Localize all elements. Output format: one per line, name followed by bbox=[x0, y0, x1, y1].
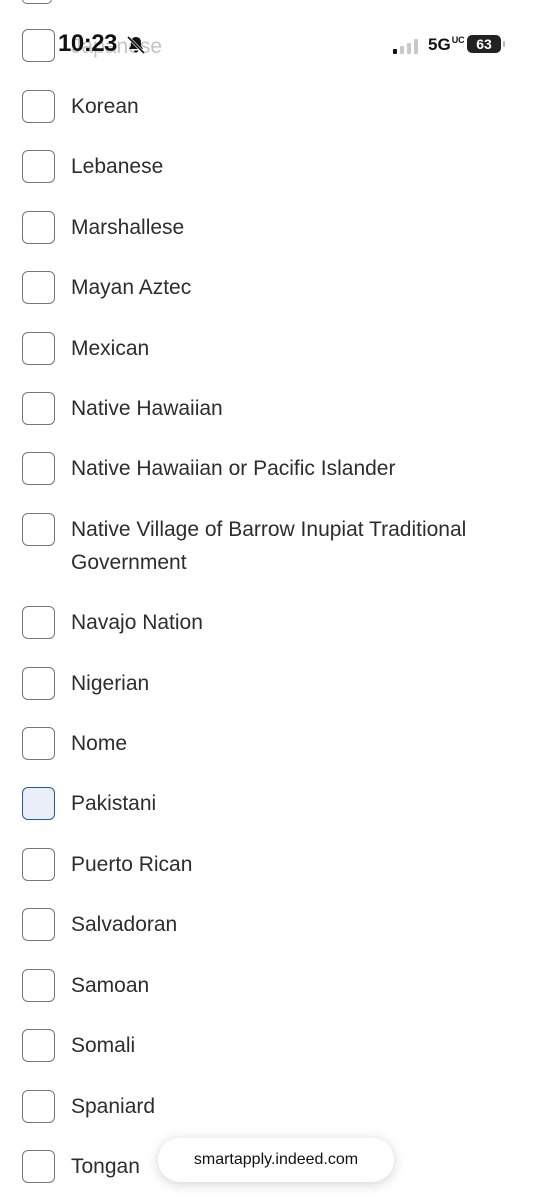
checkbox-native-hawaiian[interactable] bbox=[22, 392, 55, 425]
option-label-navajo-nation: Navajo Nation bbox=[71, 611, 203, 634]
option-label-lebanese: Lebanese bbox=[71, 155, 164, 178]
battery-icon: 63 bbox=[467, 35, 505, 53]
option-label-mayan-aztec: Mayan Aztec bbox=[71, 276, 192, 299]
checkbox-lebanese[interactable] bbox=[22, 150, 55, 183]
option-label-native-village-of-barrow: Native Village of Barrow Inupiat Traditi… bbox=[71, 518, 467, 574]
checkbox-korean[interactable] bbox=[22, 90, 55, 123]
checkbox-native-village-of-barrow[interactable] bbox=[22, 513, 55, 546]
option-label-spaniard: Spaniard bbox=[71, 1095, 156, 1118]
checkbox-nigerian[interactable] bbox=[22, 667, 55, 700]
checkbox-nome[interactable] bbox=[22, 727, 55, 760]
checkbox-samoan[interactable] bbox=[22, 969, 55, 1002]
checkbox-salvadoran[interactable] bbox=[22, 908, 55, 941]
checkbox-puerto-rican[interactable] bbox=[22, 848, 55, 881]
option-label-salvadoran: Salvadoran bbox=[71, 913, 178, 936]
option-label-pakistani: Pakistani bbox=[71, 792, 157, 815]
checkbox-navajo-nation[interactable] bbox=[22, 606, 55, 639]
clock-time: 10:23 bbox=[58, 30, 117, 57]
checkbox-somali[interactable] bbox=[22, 1029, 55, 1062]
url-text: smartapply.indeed.com bbox=[193, 1151, 359, 1168]
option-label-native-hawaiian: Native Hawaiian bbox=[71, 397, 223, 420]
option-label-nigerian: Nigerian bbox=[71, 672, 150, 695]
option-label-korean: Korean bbox=[71, 95, 139, 118]
network-indicator: 5GUC bbox=[428, 35, 465, 55]
battery-level: 63 bbox=[476, 36, 492, 52]
network-type: 5G bbox=[428, 35, 451, 54]
bell-muted-icon bbox=[126, 35, 146, 55]
option-label-puerto-rican: Puerto Rican bbox=[71, 853, 193, 876]
checkbox-mayan-aztec[interactable] bbox=[22, 271, 55, 304]
option-label-marshallese: Marshallese bbox=[71, 216, 185, 239]
checkbox-tongan[interactable] bbox=[22, 1150, 55, 1183]
url-bar[interactable]: smartapply.indeed.com bbox=[158, 1138, 394, 1182]
option-label-samoan: Samoan bbox=[71, 974, 150, 997]
option-label-somali: Somali bbox=[71, 1034, 136, 1057]
checkbox-marshallese[interactable] bbox=[22, 211, 55, 244]
option-label-native-hawaiian-pacific-islander: Native Hawaiian or Pacific Islander bbox=[71, 457, 396, 480]
ethnicity-checkbox-list: Japanese Korean Lebanese Marshallese May… bbox=[0, 0, 552, 1200]
checkbox-spaniard[interactable] bbox=[22, 1090, 55, 1123]
option-label-nome: Nome bbox=[71, 732, 128, 755]
cellular-signal-icon bbox=[393, 38, 421, 54]
checkbox-mexican[interactable] bbox=[22, 332, 55, 365]
network-suffix: UC bbox=[451, 35, 465, 45]
status-bar: 10:23 5GUC 63 bbox=[0, 0, 552, 92]
checkbox-native-hawaiian-pacific-islander[interactable] bbox=[22, 452, 55, 485]
option-label-mexican: Mexican bbox=[71, 337, 150, 360]
checkbox-pakistani[interactable] bbox=[22, 787, 55, 820]
